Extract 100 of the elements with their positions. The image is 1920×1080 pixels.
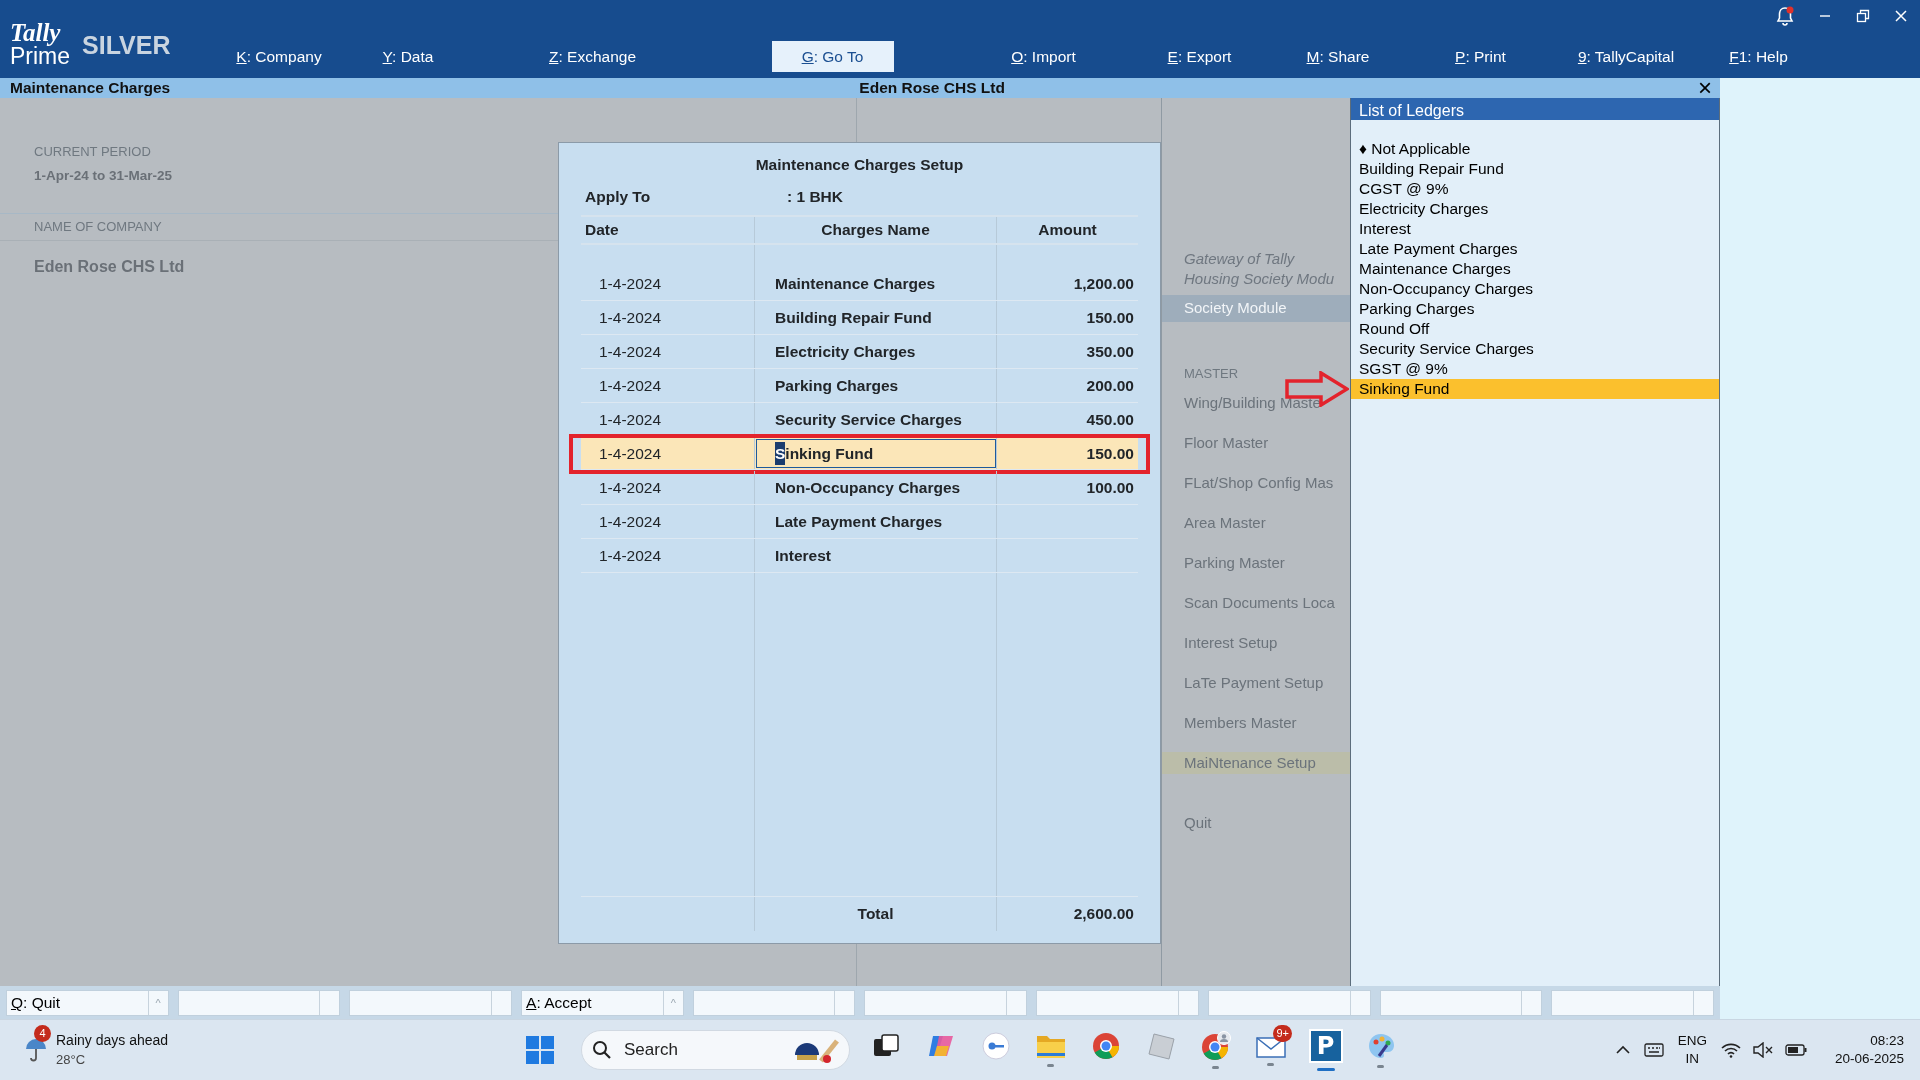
palette-icon[interactable]	[1366, 1032, 1395, 1060]
key-icon[interactable]	[981, 1032, 1010, 1060]
dialog-title: Maintenance Charges Setup	[754, 155, 965, 175]
search-field[interactable]: Search	[622, 1036, 762, 1064]
menu-heading: Society Module	[1162, 295, 1350, 322]
search-bar[interactable]: Search	[581, 1030, 850, 1070]
menu-button[interactable]: 9: TallyCapital	[1571, 40, 1681, 72]
date-cell: 1-4-2024	[581, 369, 755, 402]
column-header: Date	[581, 217, 755, 243]
ledger-item[interactable]: Maintenance Charges	[1351, 259, 1719, 279]
wifi-icon[interactable]	[1720, 1042, 1741, 1058]
app-button[interactable]: P	[1308, 1029, 1343, 1063]
menu-title: Housing Society Modu	[1183, 269, 1336, 289]
field-label: Apply To	[584, 187, 652, 208]
column-header: Charges Name	[755, 217, 997, 243]
notification-badge: 4	[34, 1025, 51, 1042]
speaker-muted-icon[interactable]	[1752, 1042, 1773, 1058]
menu-button[interactable]: P: Print	[1449, 40, 1512, 72]
ledger-item[interactable]: Interest	[1351, 219, 1719, 239]
ledger-item[interactable]: Building Repair Fund	[1351, 159, 1719, 179]
charge-name-cell: Building Repair Fund	[755, 301, 997, 334]
date-cell: 1-4-2024	[581, 301, 755, 334]
period-value: 1-Apr-24 to 31-Mar-25	[34, 166, 173, 185]
field-label: NAME OF COMPANY	[34, 218, 162, 236]
footer-button[interactable]: Q: Quit	[11, 991, 61, 1015]
date-cell: 1-4-2024	[581, 267, 755, 300]
menu-button[interactable]: K: Company	[230, 40, 328, 72]
company-title: Eden Rose CHS Ltd	[859, 78, 1005, 99]
date-cell: 1-4-2024	[581, 539, 755, 572]
battery-icon[interactable]	[1784, 1044, 1807, 1056]
charge-name-cell: Parking Charges	[755, 369, 997, 402]
logo-text: Tally	[10, 20, 62, 45]
footer-button[interactable]: A: Accept	[526, 991, 592, 1015]
column-header: Amount	[1037, 220, 1098, 241]
edition-label: SILVER	[82, 29, 171, 61]
amount-cell-text: 100.00	[1085, 477, 1135, 498]
close-icon[interactable]	[1894, 9, 1908, 23]
windows-logo-icon[interactable]	[525, 1036, 554, 1064]
menu-title: Gateway of Tally	[1183, 249, 1296, 269]
amount-cell-text: 150.00	[1085, 443, 1135, 464]
field-label: CURRENT PERIOD	[34, 143, 151, 161]
screen-title: Maintenance Charges	[10, 78, 171, 99]
charge-name-cell: Interest	[755, 539, 997, 572]
bell-icon[interactable]	[1776, 6, 1794, 26]
ledger-item[interactable]: Security Service Charges	[1351, 339, 1719, 359]
menu-button[interactable]: F1: Help	[1723, 40, 1794, 72]
total-label: Total	[755, 897, 997, 931]
total-amount: 2,600.00	[1072, 904, 1135, 925]
amount-cell-text: 200.00	[1085, 375, 1135, 396]
ledger-item[interactable]: Round Off	[1351, 319, 1719, 339]
date-cell: 1-4-2024	[581, 335, 755, 368]
charge-name-cell: Maintenance Charges	[755, 267, 997, 300]
ledger-item[interactable]: Non-Occupancy Charges	[1351, 279, 1719, 299]
region-text[interactable]: IN	[1677, 1050, 1707, 1068]
notification-badge: 9+	[1273, 1025, 1292, 1042]
temperature-text: 28°C	[56, 1051, 87, 1069]
clock-time[interactable]: 08:23	[1834, 1032, 1904, 1050]
keyboard-icon[interactable]	[1643, 1043, 1664, 1057]
charge-name-cell: Security Service Charges	[755, 403, 997, 436]
charge-name-cell: Late Payment Charges	[755, 505, 997, 538]
charge-name-cell[interactable]: Sinking Fund	[755, 438, 997, 469]
menu-button[interactable]: E: Export	[1161, 40, 1238, 72]
squares-icon[interactable]	[872, 1034, 899, 1058]
chevron-up-icon[interactable]	[1615, 1045, 1630, 1055]
panel-title: List of Ledgers	[1351, 98, 1719, 120]
field-value: : 1 BHK	[787, 187, 843, 208]
search-icon	[592, 1040, 612, 1060]
clock-date[interactable]: 20-06-2025	[1834, 1050, 1904, 1068]
ledger-item[interactable]: Late Payment Charges	[1351, 239, 1719, 259]
charge-name-cell: Electricity Charges	[755, 335, 997, 368]
ledger-item[interactable]: Parking Charges	[1351, 299, 1719, 319]
ledger-item[interactable]: CGST @ 9%	[1351, 179, 1719, 199]
amount-cell-text: 350.00	[1085, 341, 1135, 362]
charge-name-cell: Non-Occupancy Charges	[755, 471, 997, 504]
amount-cell-text: 450.00	[1085, 409, 1135, 430]
logo-text: Prime	[10, 45, 71, 68]
section-label: MASTER	[1183, 364, 1240, 383]
menu-button[interactable]: M: Share	[1300, 40, 1376, 72]
weather-text: Rainy days ahead	[56, 1031, 169, 1050]
amount-cell-text: 150.00	[1085, 307, 1135, 328]
caret-text: ^	[662, 991, 683, 1015]
language-text[interactable]: ENG	[1677, 1032, 1707, 1050]
umbrella-icon[interactable]	[24, 1037, 48, 1063]
restore-icon[interactable]	[1856, 9, 1870, 23]
close-button[interactable]: ×	[1694, 79, 1716, 97]
caret-text: ^	[147, 991, 168, 1015]
ledger-item[interactable]: ♦ Not Applicable	[1351, 139, 1719, 159]
folder-icon[interactable]	[1035, 1033, 1066, 1059]
ledger-item[interactable]: SGST @ 9%	[1351, 359, 1719, 379]
menu-button[interactable]: Z: Exchange	[543, 40, 642, 72]
ledger-item[interactable]: Electricity Charges	[1351, 199, 1719, 219]
menu-button[interactable]: O: Import	[1005, 40, 1082, 72]
date-cell: 1-4-2024	[581, 471, 755, 504]
amount-cell-text: 1,200.00	[1072, 273, 1135, 294]
menu-button[interactable]: Y: Data	[376, 40, 440, 72]
date-cell: 1-4-2024	[581, 403, 755, 436]
browser-icon[interactable]	[1200, 1031, 1231, 1061]
menu-button[interactable]: G: Go To	[771, 40, 894, 72]
date-cell: 1-4-2024	[581, 505, 755, 538]
browser-icon[interactable]	[1091, 1032, 1120, 1060]
